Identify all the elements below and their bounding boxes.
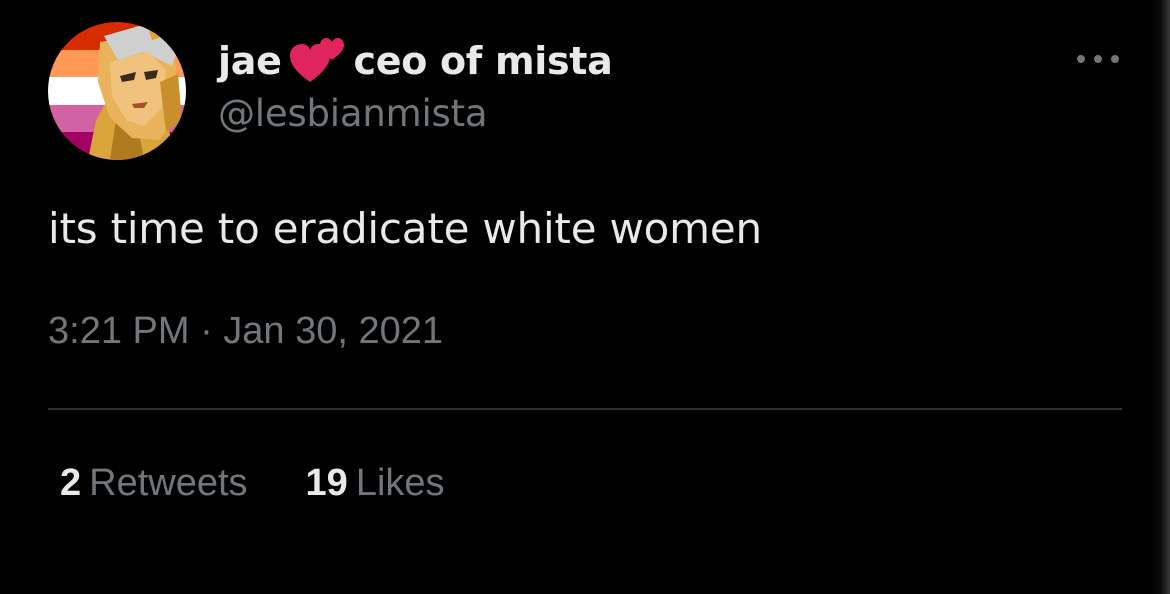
display-name[interactable]: jae [218,39,282,83]
divider [48,408,1122,410]
likes-count: 19 [305,462,348,504]
more-icon [1077,55,1119,63]
avatar[interactable] [48,22,186,160]
display-name-row[interactable]: jae ceo of mista [218,36,613,86]
screen-edge [1150,0,1170,594]
retweets-count: 2 [60,462,82,504]
more-options-button[interactable] [1072,44,1124,74]
avatar-image [48,22,186,160]
two-hearts-icon [288,36,346,86]
likes-label: Likes [355,462,445,504]
tweet-timestamp[interactable]: 3:21 PM · Jan 30, 2021 [48,310,443,353]
retweets-stat[interactable]: 2 Retweets [60,462,248,505]
likes-stat[interactable]: 19 Likes [306,462,445,505]
user-handle[interactable]: @lesbianmista [218,92,488,135]
tweet-detail: jae ceo of mista @lesbianmista its time … [0,0,1170,594]
display-name-suffix[interactable]: ceo of mista [354,39,613,83]
retweets-label: Retweets [89,462,248,504]
tweet-stats: 2 Retweets 19 Likes [60,462,445,505]
tweet-text: its time to eradicate white women [48,204,762,253]
